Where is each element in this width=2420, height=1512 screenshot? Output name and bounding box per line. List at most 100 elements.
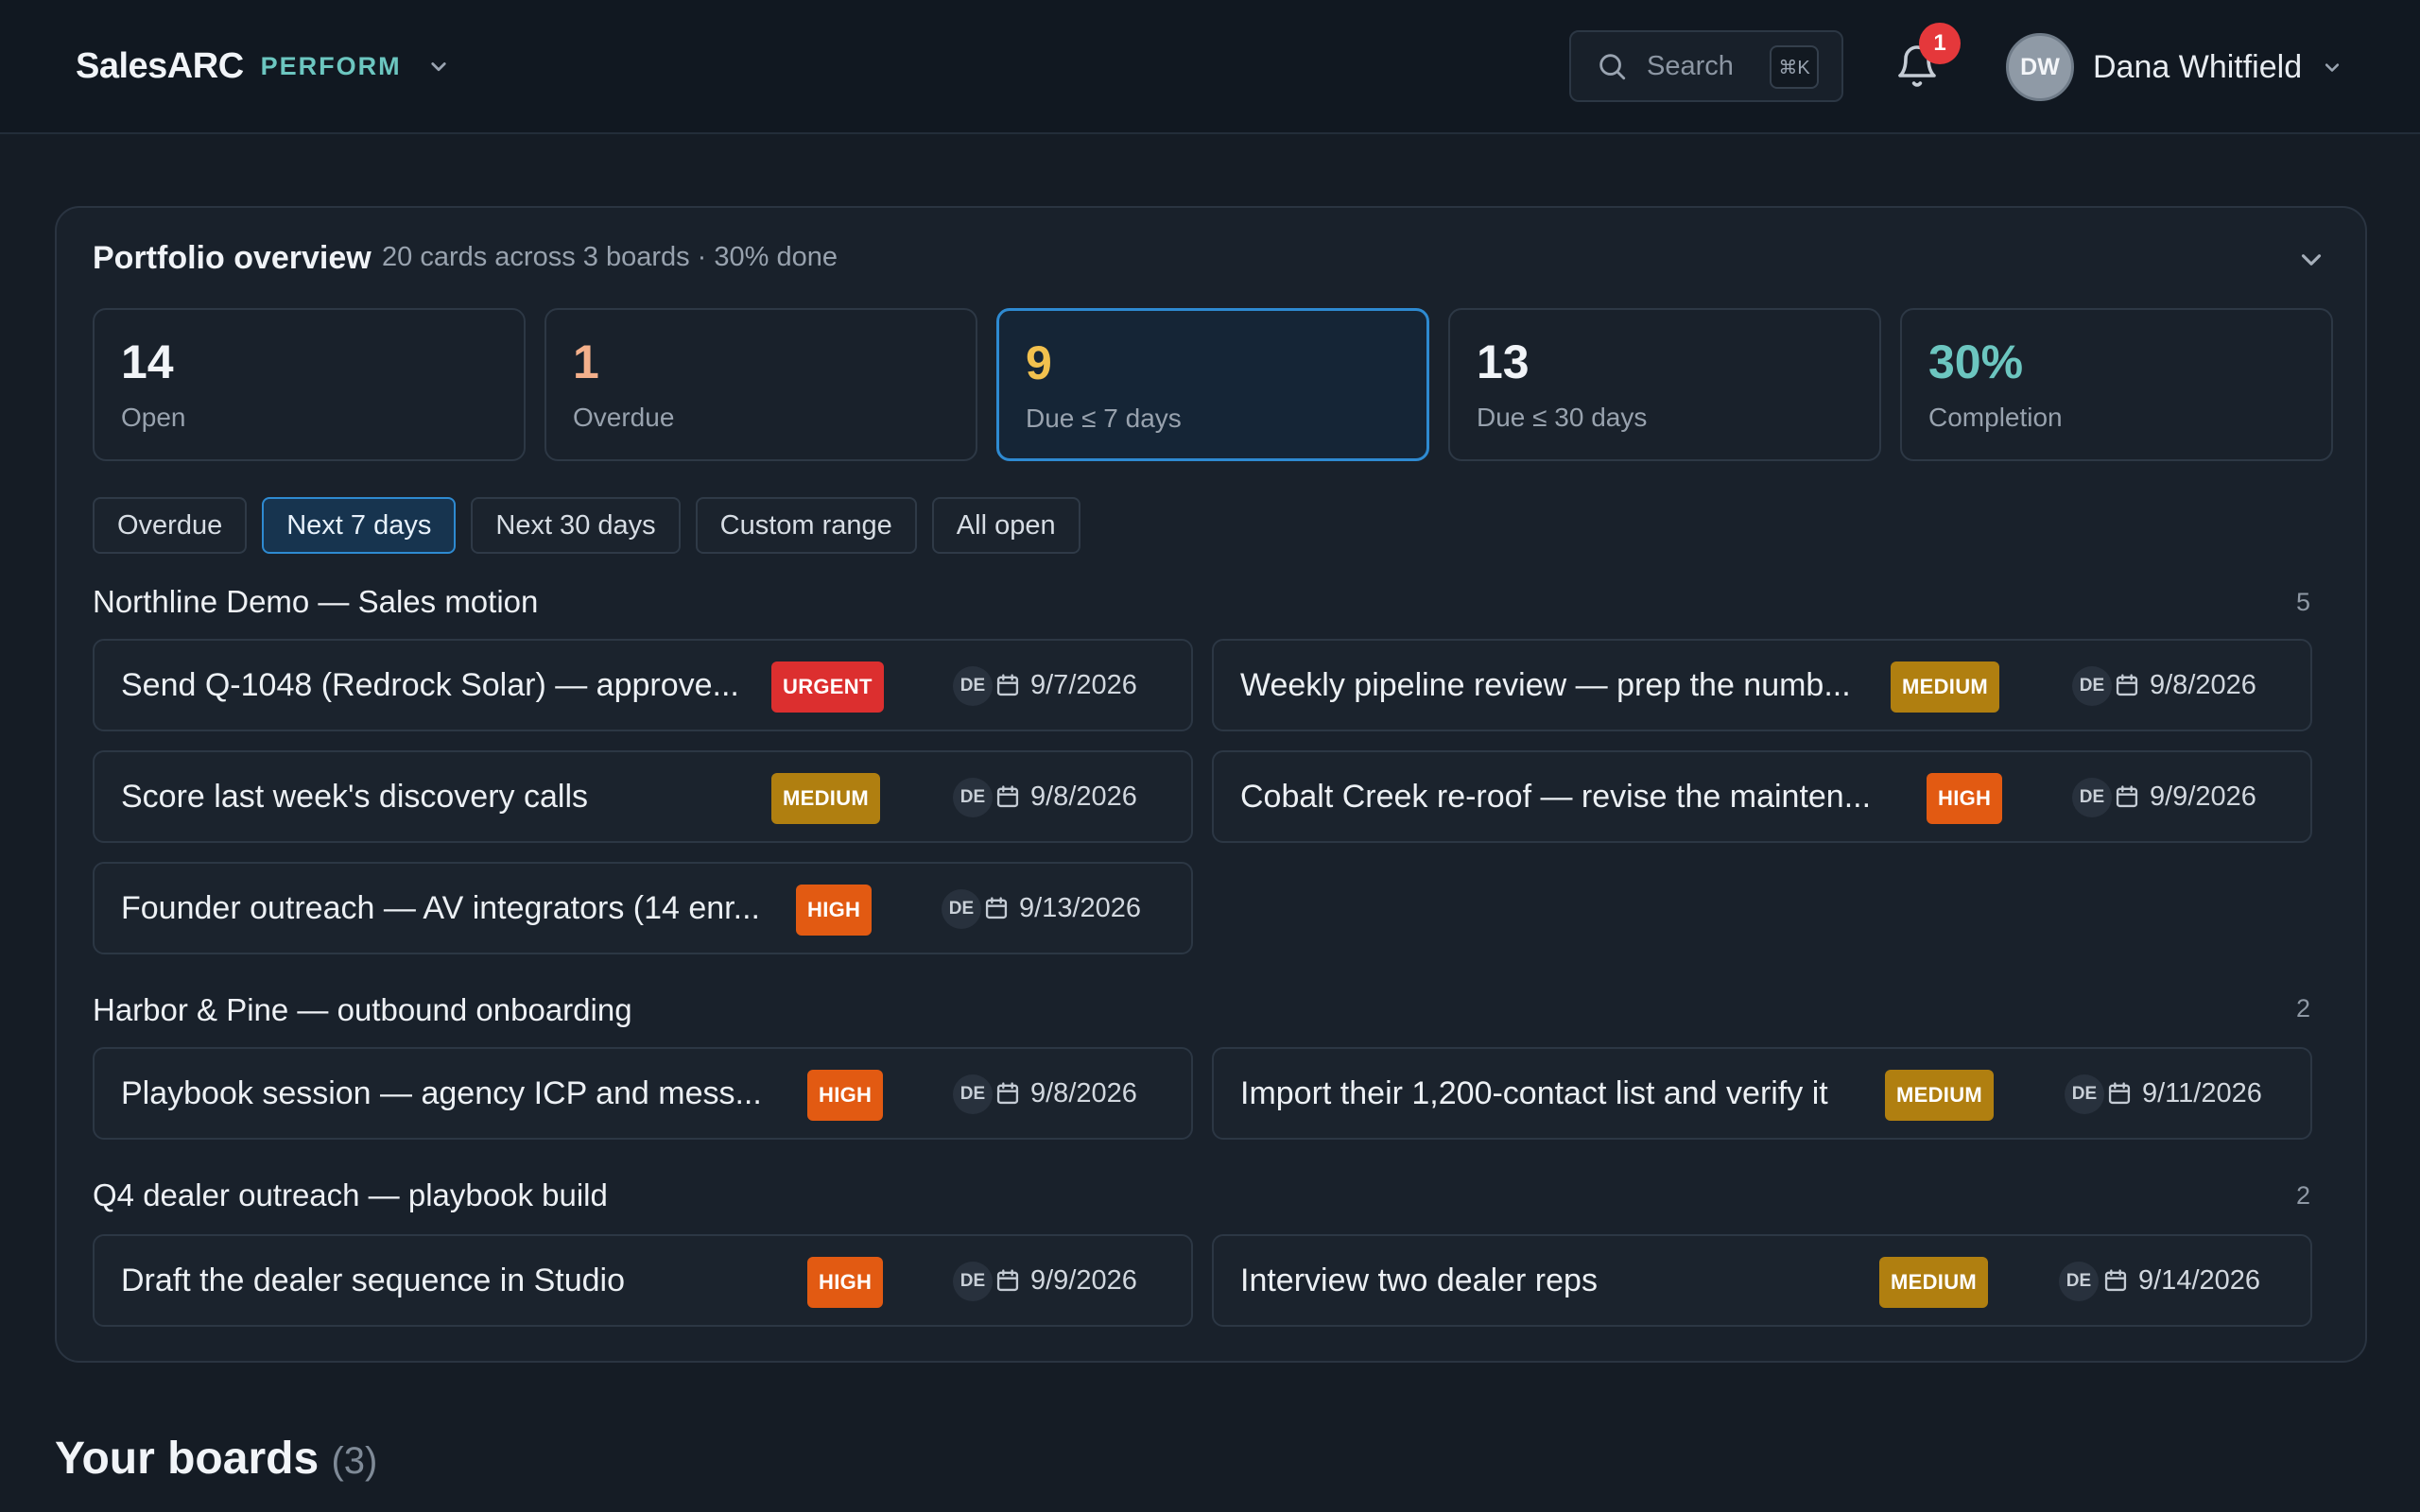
- priority-badge: HIGH: [1927, 773, 2003, 824]
- board-group-title[interactable]: Northline Demo — Sales motion: [93, 584, 538, 620]
- task-card[interactable]: Weekly pipeline review — prep the numb..…: [1212, 639, 2312, 731]
- board-group-title[interactable]: Harbor & Pine — outbound onboarding: [93, 992, 632, 1028]
- priority-badge: HIGH: [796, 885, 873, 936]
- task-title: Import their 1,200-contact list and veri…: [1240, 1074, 1828, 1111]
- chevron-down-icon: [2325, 63, 2340, 72]
- assignee-avatar: DE: [953, 1074, 993, 1114]
- panel-title: Portfolio overview: [93, 240, 372, 276]
- task-card[interactable]: Import their 1,200-contact list and veri…: [1212, 1047, 2312, 1140]
- brand-name: SalesARC: [76, 45, 244, 86]
- priority-badge: URGENT: [771, 662, 884, 713]
- priority-badge: HIGH: [807, 1070, 884, 1121]
- stat-label: Overdue: [573, 403, 675, 432]
- date-filter-chips: Overdue Next 7 days Next 30 days Custom …: [93, 497, 1080, 554]
- task-title: Draft the dealer sequence in Studio: [121, 1262, 626, 1298]
- brand-switcher[interactable]: SalesARC PERFORM: [76, 42, 453, 91]
- due-date-text: 9/11/2026: [2142, 1077, 2262, 1108]
- due-date-text: 9/8/2026: [1030, 781, 1137, 812]
- task-card[interactable]: Interview two dealer reps MEDIUM DE 9/14…: [1212, 1234, 2312, 1327]
- search-placeholder: Search: [1647, 50, 1734, 81]
- calendar-icon: [985, 897, 1008, 919]
- stat-due-30-days[interactable]: 13 Due ≤ 30 days: [1448, 308, 1881, 461]
- board-group-count: 2: [2295, 994, 2310, 1022]
- due-date-text: 9/8/2026: [1030, 1077, 1137, 1108]
- notification-count-badge: 1: [1919, 23, 1961, 64]
- due-date-text: 9/14/2026: [2138, 1264, 2261, 1296]
- task-title: Score last week's discovery calls: [121, 778, 588, 815]
- portfolio-overview-panel: Portfolio overview 20 cards across 3 boa…: [55, 206, 2367, 1363]
- assignee-avatar: DE: [953, 778, 993, 817]
- due-date: 9/8/2026: [994, 1049, 1137, 1138]
- filter-all-open[interactable]: All open: [931, 497, 1080, 554]
- due-date: 9/8/2026: [994, 752, 1137, 841]
- assignee-avatar: DE: [953, 666, 993, 706]
- boards-section-heading: Your boards (3): [55, 1433, 377, 1485]
- stat-label: Open: [121, 403, 186, 432]
- user-name: Dana Whitfield: [2093, 48, 2303, 85]
- due-date-text: 9/13/2026: [1019, 892, 1142, 923]
- due-date: 9/9/2026: [2114, 752, 2256, 841]
- brand-mode: PERFORM: [260, 51, 402, 80]
- stat-overdue[interactable]: 1 Overdue: [544, 308, 977, 461]
- task-card[interactable]: Score last week's discovery calls MEDIUM…: [93, 750, 1193, 843]
- boards-count: (3): [331, 1440, 378, 1482]
- calendar-icon: [996, 785, 1019, 808]
- avatar: DW: [2006, 33, 2074, 101]
- collapse-chevron-icon[interactable]: [2295, 244, 2327, 276]
- due-date-text: 9/9/2026: [1030, 1264, 1137, 1296]
- filter-next-7-days[interactable]: Next 7 days: [262, 497, 457, 554]
- stat-label: Completion: [1928, 403, 2063, 432]
- calendar-icon: [996, 1082, 1019, 1105]
- filter-next-30-days[interactable]: Next 30 days: [471, 497, 681, 554]
- stat-value: 14: [121, 335, 174, 388]
- priority-badge: HIGH: [807, 1257, 884, 1308]
- boards-heading-text: Your boards: [55, 1434, 320, 1484]
- task-title: Founder outreach — AV integrators (14 en…: [121, 889, 760, 926]
- calendar-icon: [2116, 674, 2138, 696]
- due-date: 9/8/2026: [2114, 641, 2256, 730]
- assignee-avatar: DE: [2065, 1074, 2104, 1114]
- assignee-avatar: DE: [2072, 666, 2112, 706]
- board-group-title[interactable]: Q4 dealer outreach — playbook build: [93, 1177, 608, 1213]
- task-card[interactable]: Cobalt Creek re-roof — revise the mainte…: [1212, 750, 2312, 843]
- stat-value: 30%: [1928, 335, 2024, 388]
- stat-open[interactable]: 14 Open: [93, 308, 526, 461]
- task-card[interactable]: Send Q-1048 (Redrock Solar) — approve...…: [93, 639, 1193, 731]
- task-title: Send Q-1048 (Redrock Solar) — approve...: [121, 666, 739, 703]
- calendar-icon: [2116, 785, 2138, 808]
- task-title: Cobalt Creek re-roof — revise the mainte…: [1240, 778, 1872, 815]
- due-date: 9/11/2026: [2106, 1049, 2262, 1138]
- task-card[interactable]: Draft the dealer sequence in Studio HIGH…: [93, 1234, 1193, 1327]
- calendar-icon: [996, 674, 1019, 696]
- task-card[interactable]: Founder outreach — AV integrators (14 en…: [93, 862, 1193, 954]
- due-date: 9/7/2026: [994, 641, 1137, 730]
- task-title: Interview two dealer reps: [1240, 1262, 1598, 1298]
- stat-value: 1: [573, 335, 599, 388]
- due-date: 9/14/2026: [2102, 1236, 2260, 1325]
- filter-overdue[interactable]: Overdue: [93, 497, 248, 554]
- due-date: 9/9/2026: [994, 1236, 1137, 1325]
- stat-label: Due ≤ 7 days: [1026, 404, 1182, 433]
- chevron-down-icon: [431, 62, 446, 72]
- assignee-avatar: DE: [942, 889, 981, 929]
- priority-badge: MEDIUM: [1885, 1070, 1995, 1121]
- task-card[interactable]: Playbook session — agency ICP and mess..…: [93, 1047, 1193, 1140]
- stat-value: 9: [1026, 336, 1052, 389]
- assignee-avatar: DE: [953, 1262, 993, 1301]
- search-input[interactable]: Search ⌘K: [1569, 30, 1843, 102]
- due-date: 9/13/2026: [983, 864, 1141, 953]
- calendar-icon: [2104, 1269, 2127, 1292]
- priority-badge: MEDIUM: [1891, 662, 2000, 713]
- calendar-icon: [996, 1269, 1019, 1292]
- panel-subtitle: 20 cards across 3 boards · 30% done: [382, 242, 838, 272]
- stat-completion[interactable]: 30% Completion: [1900, 308, 2333, 461]
- user-menu[interactable]: DW Dana Whitfield: [2006, 32, 2345, 102]
- filter-custom-range[interactable]: Custom range: [695, 497, 917, 554]
- board-group-count: 5: [2295, 588, 2310, 616]
- priority-badge: MEDIUM: [1879, 1257, 1989, 1308]
- top-bar: SalesARC PERFORM Search ⌘K 1 DW Dana Whi…: [0, 0, 2420, 134]
- task-title: Playbook session — agency ICP and mess..…: [121, 1074, 762, 1111]
- due-date-text: 9/8/2026: [2150, 669, 2256, 700]
- stat-due-7-days[interactable]: 9 Due ≤ 7 days: [996, 308, 1429, 461]
- search-icon: [1599, 54, 1626, 80]
